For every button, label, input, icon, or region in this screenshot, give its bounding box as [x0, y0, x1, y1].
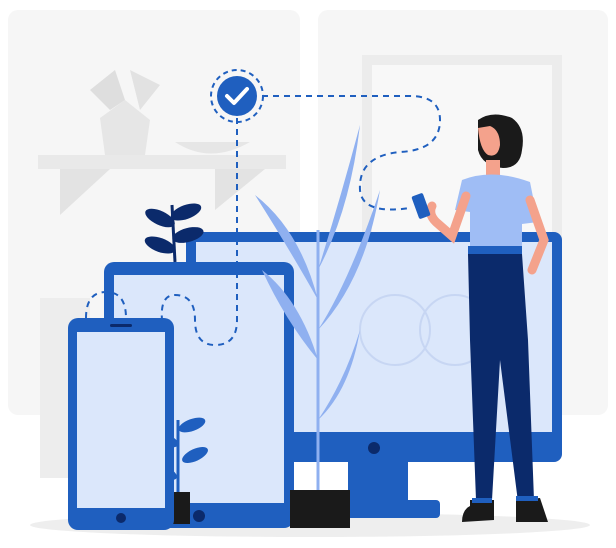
- device-sync-illustration: [8, 10, 608, 537]
- illustration-stage: [0, 0, 616, 548]
- smartphone-device: [68, 318, 174, 530]
